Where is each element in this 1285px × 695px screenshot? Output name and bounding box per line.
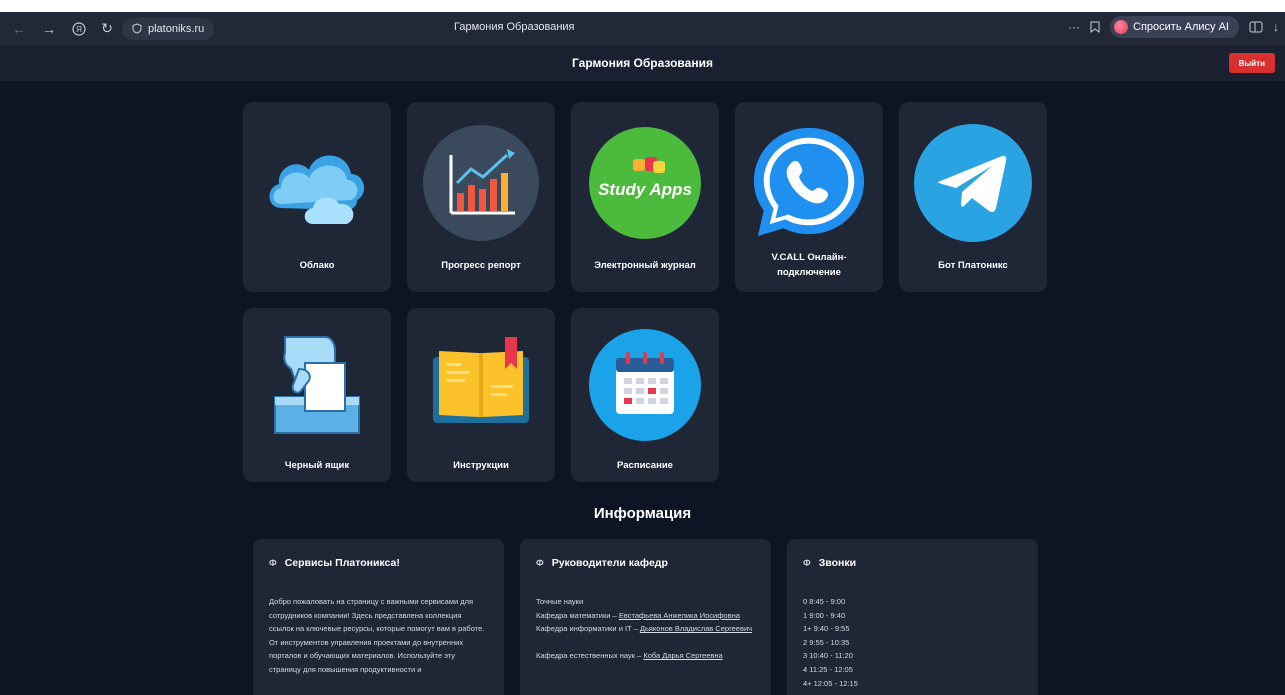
bell-row: 4 11:25 - 12:05 bbox=[803, 664, 853, 674]
reload-icon[interactable]: ↻ bbox=[96, 18, 118, 40]
tile-instructions[interactable]: Инструкции bbox=[407, 308, 555, 482]
bookmark-icon[interactable] bbox=[1090, 21, 1100, 33]
card-department-heads: Ф Руководители кафедр Точные науки Кафед… bbox=[520, 539, 771, 695]
page-title: Гармония Образования bbox=[572, 56, 713, 70]
tile-label-cloud: Облако bbox=[299, 260, 335, 271]
section-exact-sciences: Точные науки bbox=[536, 597, 584, 606]
tile-black-box[interactable]: Черный ящик bbox=[243, 308, 391, 482]
bell-row: 3 10:40 - 11:20 bbox=[803, 651, 853, 661]
tile-electronic-journal[interactable]: Study Apps Электронный журнал bbox=[571, 102, 719, 292]
alice-icon bbox=[1114, 20, 1129, 34]
forward-icon[interactable]: → bbox=[38, 18, 60, 40]
telegram-icon bbox=[914, 124, 1032, 242]
browser-toolbar: ← → Я ↻ platoniks.ru Гармония Образовани… bbox=[0, 12, 1285, 45]
tile-label-telegram-bot: Бот Платоникс bbox=[938, 260, 1008, 271]
tile-progress-report[interactable]: Прогресс репорт bbox=[407, 102, 555, 292]
tile-label-electronic-journal: Электронный журнал bbox=[594, 260, 696, 271]
sidebar-icon[interactable] bbox=[1249, 21, 1263, 33]
cloud-icon bbox=[258, 124, 376, 242]
tab-title: Гармония Образования bbox=[454, 21, 575, 33]
window-top-strip bbox=[0, 0, 1285, 12]
bell-row: 0 8:45 - 9:00 bbox=[803, 597, 846, 606]
download-icon[interactable]: ↓ bbox=[1273, 20, 1279, 34]
svg-text:Я: Я bbox=[76, 25, 82, 34]
tile-label-schedule: Расписание bbox=[617, 460, 673, 471]
tile-schedule[interactable]: Расписание bbox=[571, 308, 719, 482]
bell-row: 1 9:00 - 9:40 bbox=[803, 610, 846, 620]
book-icon bbox=[422, 326, 540, 444]
tile-label-instructions: Инструкции bbox=[453, 460, 509, 471]
dept-head-link-it[interactable]: Дьяконов Владислав Сергеевич bbox=[640, 624, 752, 633]
yandex-icon[interactable]: Я bbox=[68, 18, 90, 40]
calendar-icon bbox=[586, 326, 704, 444]
dept-line-natural: Кафедра естественных наук – Коба Дарья С… bbox=[536, 651, 723, 661]
url-text: platoniks.ru bbox=[148, 22, 205, 35]
tile-cloud[interactable]: Облако bbox=[243, 102, 391, 292]
tile-label-black-box: Черный ящик bbox=[284, 460, 350, 471]
card-bells: Ф Звонки 0 8:45 - 9:00 1 9:00 - 9:40 1+ … bbox=[787, 539, 1038, 695]
shield-icon bbox=[132, 23, 142, 34]
card-title-bells: Звонки bbox=[818, 557, 857, 569]
dept-line-it: Кафедра информатики и IT – Дьяконов Влад… bbox=[536, 624, 753, 634]
info-heading: Информация bbox=[593, 505, 692, 522]
dept-head-link-math[interactable]: Евстафьева Анжелика Иосифовна bbox=[619, 611, 740, 620]
info-icon: Ф bbox=[536, 558, 544, 568]
tile-vcall[interactable]: V.CALL Онлайн-подключение bbox=[735, 102, 883, 292]
ask-alice-button[interactable]: Спросить Алису AI bbox=[1110, 16, 1239, 38]
tile-label-progress-report: Прогресс репорт bbox=[441, 260, 521, 271]
bell-row: 1+ 9:40 - 9:55 bbox=[803, 624, 850, 634]
bell-schedule: 0 8:45 - 9:00 1 9:00 - 9:40 1+ 9:40 - 9:… bbox=[803, 595, 1022, 690]
more-icon[interactable]: ··· bbox=[1068, 20, 1080, 34]
bell-row: 2 9:55 - 10:35 bbox=[803, 637, 850, 647]
phone-icon bbox=[750, 124, 868, 242]
chart-icon bbox=[422, 124, 540, 242]
card-services: Ф Сервисы Платоникса! Добро пожаловать н… bbox=[253, 539, 504, 695]
app-header: Гармония Образования Выйти bbox=[0, 45, 1285, 81]
tile-telegram-bot[interactable]: Бот Платоникс bbox=[899, 102, 1047, 292]
dept-line-math: Кафедра математики – Евстафьева Анжелика… bbox=[536, 610, 740, 620]
ballot-box-icon bbox=[258, 326, 376, 444]
info-icon: Ф bbox=[269, 558, 277, 568]
ask-alice-label: Спросить Алису AI bbox=[1133, 21, 1229, 33]
card-title-department-heads: Руководители кафедр bbox=[551, 557, 668, 569]
service-tiles: Облако Прогресс репорт Study Apps Электр… bbox=[243, 102, 1053, 482]
study-apps-icon: Study Apps bbox=[586, 124, 704, 242]
bell-row: 4+ 12:05 - 12:15 bbox=[803, 678, 858, 688]
dept-head-link-natural[interactable]: Коба Дарья Сергеевна bbox=[643, 651, 722, 660]
tile-label-vcall: V.CALL Онлайн-подключение bbox=[771, 252, 847, 278]
info-icon: Ф bbox=[803, 558, 811, 568]
back-icon[interactable]: ← bbox=[8, 18, 30, 40]
info-cards: Ф Сервисы Платоникса! Добро пожаловать н… bbox=[253, 539, 1038, 695]
study-apps-text: Study Apps bbox=[598, 180, 692, 199]
logout-button[interactable]: Выйти bbox=[1228, 53, 1275, 73]
card-title-services: Сервисы Платоникса! bbox=[284, 557, 400, 569]
card-text-services: Добро пожаловать на страницу с важными с… bbox=[269, 597, 485, 674]
address-bar[interactable]: platoniks.ru bbox=[122, 17, 215, 40]
